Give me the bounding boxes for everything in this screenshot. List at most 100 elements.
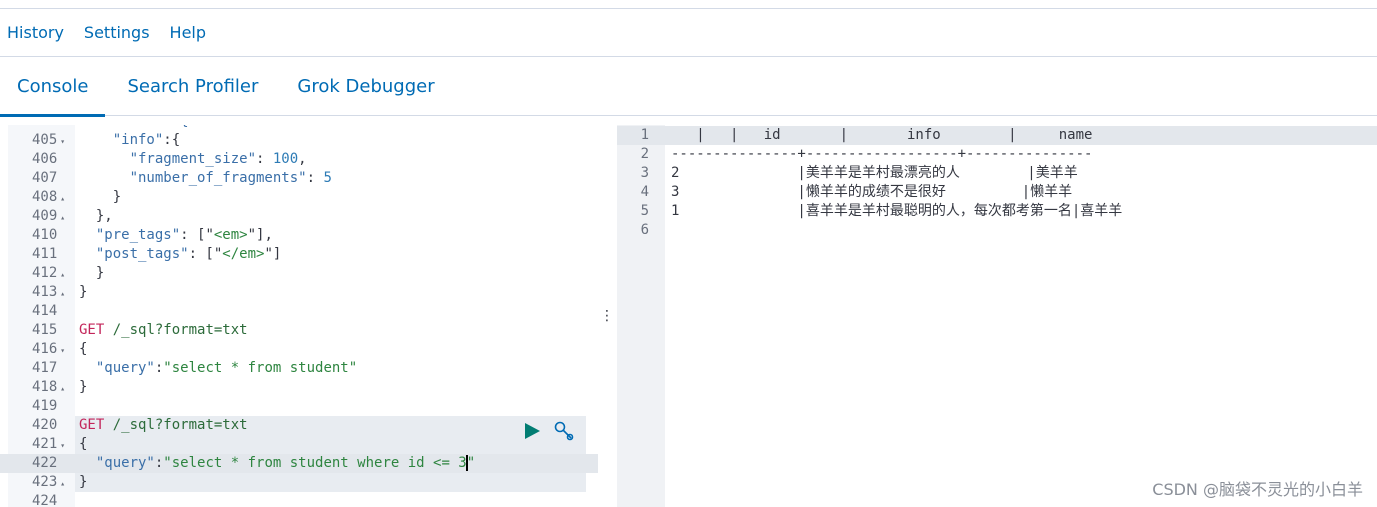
line-number-text: 404: [32, 125, 57, 129]
output-line-number: 6: [640, 222, 649, 238]
fold-open-icon[interactable]: ▾: [60, 441, 65, 450]
line-number: 422: [8, 454, 75, 473]
editor-lines[interactable]: 404 "fields": {405▾ "info":{406 "fragmen…: [0, 125, 598, 507]
code-token: }: [79, 379, 88, 395]
code-token: }: [79, 284, 88, 300]
request-actions: [523, 420, 575, 446]
line-number-text: 420: [32, 417, 58, 433]
panel-resize-handle[interactable]: ⋮: [598, 125, 616, 507]
code-token: <em>: [213, 227, 248, 243]
code-token: "pre_tags": [79, 227, 181, 243]
line-number-text: 408: [32, 189, 58, 205]
nav-help[interactable]: Help: [170, 23, 206, 42]
editor-line[interactable]: 408 ▴ }: [0, 188, 598, 207]
output-line: 1 | | id | info | name: [617, 126, 1377, 145]
line-number: 411: [8, 245, 75, 264]
request-editor[interactable]: 404 "fields": {405▾ "info":{406 "fragmen…: [0, 125, 598, 507]
line-number-text: 406: [32, 151, 58, 167]
output-line-text: 3 |懒羊羊的成绩不是很好 |懒羊羊: [671, 184, 1073, 200]
code-text: "query":"select * from student": [75, 359, 586, 378]
code-token: /_sql?format=txt: [104, 417, 248, 433]
editor-line[interactable]: 413 ▴}: [0, 283, 598, 302]
line-number: 410: [8, 226, 75, 245]
code-token: ,: [298, 151, 307, 167]
line-number-text: 412: [32, 265, 58, 281]
tab-search-profiler[interactable]: Search Profiler: [110, 58, 275, 116]
editor-line[interactable]: 423 ▴}: [0, 473, 598, 492]
editor-line[interactable]: 421 ▾{: [0, 435, 598, 454]
top-bar: [0, 0, 1377, 9]
line-number: 420: [8, 416, 75, 435]
fold-close-icon[interactable]: ▴: [60, 213, 65, 222]
fold-close-icon[interactable]: ▴: [60, 479, 65, 488]
editor-line[interactable]: 407 "number_of_fragments": 5: [0, 169, 598, 188]
line-number-text: 411: [32, 246, 58, 262]
editor-line[interactable]: 418 ▴}: [0, 378, 598, 397]
editor-line[interactable]: 417 "query":"select * from student": [0, 359, 598, 378]
nav-settings[interactable]: Settings: [84, 23, 150, 42]
code-text: GET /_sql?format=txt: [75, 321, 586, 340]
code-token: "post_tags": [79, 246, 189, 262]
editor-line[interactable]: 414: [0, 302, 598, 321]
tab-console[interactable]: Console: [0, 58, 106, 117]
editor-line[interactable]: 420 GET /_sql?format=txt: [0, 416, 598, 435]
fold-open-icon[interactable]: ▾: [60, 346, 65, 355]
editor-line[interactable]: 410 "pre_tags": ["<em>"],: [0, 226, 598, 245]
line-number-text: 415: [32, 322, 58, 338]
line-number: 423 ▴: [8, 473, 75, 493]
editor-line[interactable]: 415 GET /_sql?format=txt: [0, 321, 598, 340]
editor-line[interactable]: 422 "query":"select * from student where…: [0, 454, 598, 473]
editor-line[interactable]: 411 "post_tags": ["</em>"]: [0, 245, 598, 264]
code-text: "query":"select * from student where id …: [75, 454, 586, 473]
editor-line[interactable]: 409 ▴ },: [0, 207, 598, 226]
editor-line[interactable]: 406 "fragment_size": 100,: [0, 150, 598, 169]
code-token: "select * from student": [163, 360, 358, 376]
fold-close-icon[interactable]: ▴: [60, 384, 65, 393]
line-number: 414: [8, 302, 75, 321]
text-cursor: [466, 455, 469, 471]
output-line-number: 3: [640, 165, 649, 181]
response-output: 1 | | id | info | name 2 ---------------+-…: [617, 125, 1377, 507]
editor-line[interactable]: 405 ▾ "info":{: [0, 131, 598, 150]
output-line: 3 2 |美羊羊是羊村最漂亮的人 |美羊羊: [617, 164, 1377, 183]
output-line-number: 4: [640, 184, 649, 200]
code-token: :: [256, 151, 273, 167]
code-token: : [": [188, 246, 223, 262]
line-number: 408 ▴: [8, 188, 75, 208]
code-token: "query": [79, 455, 155, 471]
line-number: 419: [8, 397, 75, 416]
output-line-number: 2: [640, 146, 649, 162]
code-token: "]: [264, 246, 282, 262]
code-token: 5: [323, 170, 332, 186]
editor-line[interactable]: 416 ▾{: [0, 340, 598, 359]
wrench-icon[interactable]: [553, 420, 575, 446]
code-text: }: [75, 473, 586, 492]
nav-history[interactable]: History: [7, 23, 64, 42]
code-text: {: [75, 435, 586, 454]
code-text: }: [75, 283, 586, 302]
editor-line[interactable]: 419: [0, 397, 598, 416]
line-number: 412 ▴: [8, 264, 75, 284]
editor-line[interactable]: 424: [0, 492, 598, 507]
code-text: }: [75, 264, 586, 283]
tab-grok-debugger[interactable]: Grok Debugger: [280, 58, 451, 116]
tab-bar: Console Search Profiler Grok Debugger: [0, 58, 1377, 117]
editor-line[interactable]: 412 ▴ }: [0, 264, 598, 283]
line-number: 417: [8, 359, 75, 378]
line-number-text: 421: [32, 436, 58, 452]
line-number-text: 413: [32, 284, 58, 300]
code-text: "fragment_size": 100,: [75, 150, 586, 169]
line-number: 424: [8, 492, 75, 507]
line-number: 406: [8, 150, 75, 169]
fold-close-icon[interactable]: ▴: [60, 194, 65, 203]
code-token: GET: [79, 417, 105, 433]
line-number: 421 ▾: [8, 435, 75, 455]
play-icon[interactable]: [523, 422, 541, 444]
fold-close-icon[interactable]: ▴: [60, 289, 65, 298]
code-token: },: [79, 208, 113, 224]
code-token: : [": [180, 227, 214, 243]
fold-close-icon[interactable]: ▴: [60, 270, 65, 279]
top-nav: History Settings Help: [0, 9, 1377, 57]
fold-open-icon[interactable]: ▾: [60, 137, 65, 146]
line-number: 418 ▴: [8, 378, 75, 398]
